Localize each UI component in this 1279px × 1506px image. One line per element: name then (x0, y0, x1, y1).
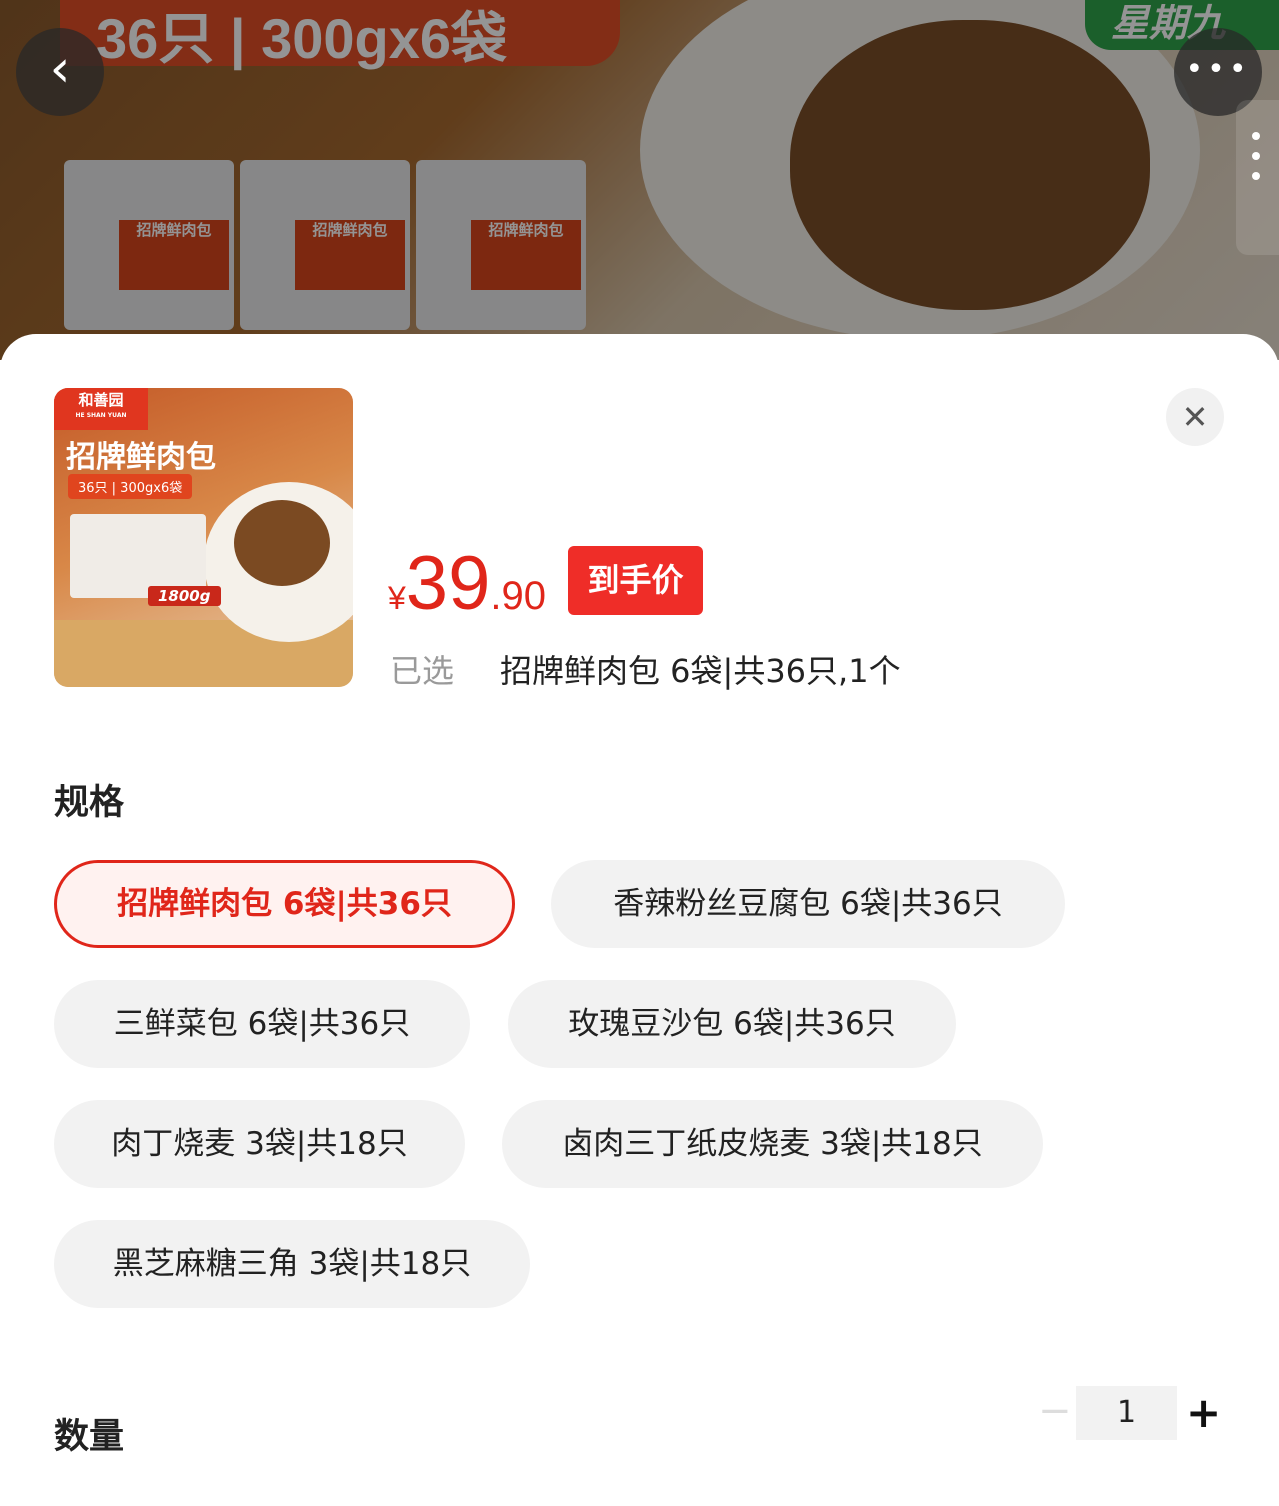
price: ¥39.90 (388, 540, 546, 627)
more-icon: ••• (1185, 52, 1251, 87)
dot-icon (1252, 132, 1260, 140)
side-menu-handle[interactable] (1236, 100, 1279, 255)
product-thumbnail[interactable]: 和善园 HE SHAN YUAN 招牌鲜肉包 36只 | 300gx6袋 1800… (54, 388, 353, 687)
thumbnail-weight-badge: 1800g (148, 586, 221, 606)
spec-option[interactable]: 三鲜菜包 6袋|共36只 (54, 980, 470, 1068)
dot-icon (1252, 172, 1260, 180)
spec-option[interactable]: 肉丁烧麦 3袋|共18只 (54, 1100, 465, 1188)
spec-option-selected[interactable]: 招牌鲜肉包 6袋|共36只 (54, 860, 515, 948)
sku-selector-sheet: 和善园 HE SHAN YUAN 招牌鲜肉包 36只 | 300gx6袋 1800… (0, 334, 1279, 1506)
price-currency: ¥ (388, 580, 406, 616)
close-icon: ✕ (1181, 398, 1209, 436)
quantity-input[interactable]: 1 (1076, 1386, 1177, 1440)
selected-summary: 已选 招牌鲜肉包 6袋|共36只,1个 (390, 646, 901, 692)
back-button[interactable]: ‹ (16, 28, 104, 116)
product-hero-image: 招牌鲜肉包 招牌鲜肉包 招牌鲜肉包 36只 | 300gx6袋 星期九 (0, 0, 1279, 360)
close-button[interactable]: ✕ (1166, 388, 1224, 446)
spec-option[interactable]: 卤肉三丁纸皮烧麦 3袋|共18只 (502, 1100, 1043, 1188)
spec-section-title: 规格 (54, 783, 125, 823)
thumbnail-title: 招牌鲜肉包 (66, 440, 216, 475)
overlay-mask[interactable] (0, 0, 1279, 360)
spec-option[interactable]: 香辣粉丝豆腐包 6袋|共36只 (551, 860, 1065, 948)
thumbnail-spec: 36只 | 300gx6袋 (68, 474, 193, 499)
chevron-left-icon: ‹ (49, 39, 71, 99)
spec-option[interactable]: 玫瑰豆沙包 6袋|共36只 (508, 980, 956, 1068)
selected-label: 已选 (390, 652, 455, 690)
bun-filling-image (234, 500, 330, 586)
quantity-decrease-button[interactable]: − (1038, 1386, 1072, 1440)
final-price-tag: 到手价 (568, 546, 703, 615)
brand-logo: 和善园 HE SHAN YUAN (54, 388, 148, 430)
price-integer: 39 (405, 541, 491, 626)
dot-icon (1252, 152, 1260, 160)
spec-option[interactable]: 黑芝麻糖三角 3袋|共18只 (54, 1220, 530, 1308)
quantity-increase-button[interactable]: + (1186, 1386, 1222, 1440)
quantity-section-title: 数量 (54, 1417, 125, 1457)
price-decimal: .90 (490, 574, 546, 618)
selected-value: 招牌鲜肉包 6袋|共36只,1个 (500, 652, 901, 690)
